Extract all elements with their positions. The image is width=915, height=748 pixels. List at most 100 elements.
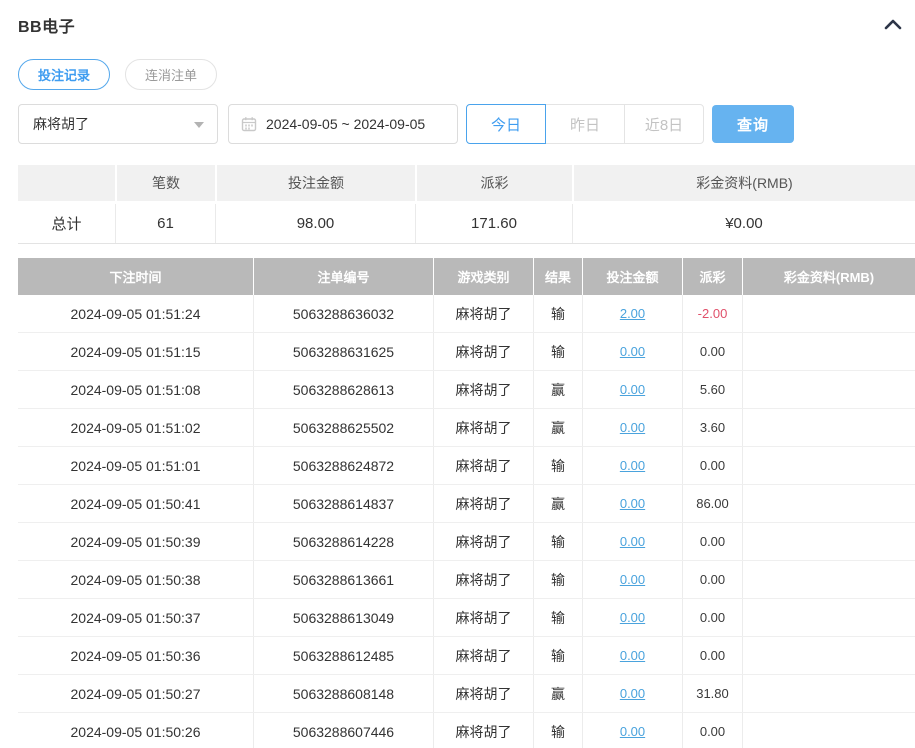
cell-game-type: 麻将胡了 <box>433 675 533 712</box>
cell-order-id: 5063288614837 <box>253 485 433 522</box>
cell-bet-amount: 0.00 <box>582 523 682 560</box>
cell-result: 输 <box>533 713 582 748</box>
cell-order-id: 5063288625502 <box>253 409 433 446</box>
page-title: BB电子 <box>18 19 76 36</box>
cell-bet-time: 2024-09-05 01:50:26 <box>70 723 201 740</box>
col-payout: 派彩 <box>682 258 742 295</box>
summary-total-bet-amount: 98.00 <box>215 204 415 243</box>
cell-result: 赢 <box>533 675 582 712</box>
search-button[interactable]: 查询 <box>712 105 794 143</box>
cell-result: 输 <box>533 333 582 370</box>
cell-bet-amount: 0.00 <box>582 561 682 598</box>
cell-result: 输 <box>533 637 582 674</box>
cell-bet-time: 2024-09-05 01:50:27 <box>70 685 201 702</box>
cell-bet-time: 2024-09-05 01:50:38 <box>70 571 201 588</box>
cell-bet-amount: 0.00 <box>582 371 682 408</box>
table-row: 2024-09-05 01:50:37 5063288613049 麻将胡了 输… <box>18 599 915 637</box>
cell-bonus <box>742 561 915 598</box>
bet-amount-link[interactable]: 0.00 <box>620 610 645 625</box>
cell-game-type: 麻将胡了 <box>433 561 533 598</box>
cell-result: 输 <box>533 561 582 598</box>
table-row: 2024-09-05 01:51:24 5063288636032 麻将胡了 输… <box>18 295 915 333</box>
cell-bonus <box>742 599 915 636</box>
cell-bet-amount: 0.00 <box>582 599 682 636</box>
col-game-type: 游戏类别 <box>433 258 533 295</box>
bet-amount-link[interactable]: 0.00 <box>620 724 645 739</box>
payout-value: 0.00 <box>699 648 726 663</box>
cell-bonus <box>742 333 915 370</box>
table-row: 2024-09-05 01:50:38 5063288613661 麻将胡了 输… <box>18 561 915 599</box>
table-row: 2024-09-05 01:50:27 5063288608148 麻将胡了 赢… <box>18 675 915 713</box>
caret-down-icon <box>194 122 204 128</box>
cell-payout: 0.00 <box>682 523 742 560</box>
cell-bonus <box>742 371 915 408</box>
bet-amount-link[interactable]: 0.00 <box>620 572 645 587</box>
cell-bonus <box>742 295 915 332</box>
payout-value: 5.60 <box>699 382 726 397</box>
records-body: 2024-09-05 01:51:24 5063288636032 麻将胡了 输… <box>18 295 915 748</box>
bet-amount-link[interactable]: 0.00 <box>620 496 645 511</box>
payout-value: 0.00 <box>699 572 726 587</box>
cell-game-type: 麻将胡了 <box>433 523 533 560</box>
cell-payout: 0.00 <box>682 713 742 748</box>
game-select[interactable]: 麻将胡了 <box>18 104 218 144</box>
cell-bet-amount: 2.00 <box>582 295 682 332</box>
collapse-panel-button[interactable] <box>881 13 905 37</box>
payout-value: 0.00 <box>699 610 726 625</box>
col-bet-amount: 投注金额 <box>582 258 682 295</box>
cell-bet-time: 2024-09-05 01:51:02 <box>70 419 201 436</box>
summary-table: 笔数 投注金额 派彩 彩金资料(RMB) 总计 61 98.00 171.60 … <box>18 165 915 244</box>
record-type-tabs: 投注记录 连消注单 <box>18 59 218 90</box>
bet-amount-link[interactable]: 0.00 <box>620 382 645 397</box>
cell-bet-time: 2024-09-05 01:50:37 <box>70 609 201 626</box>
bet-amount-link[interactable]: 0.00 <box>620 648 645 663</box>
cell-game-type: 麻将胡了 <box>433 295 533 332</box>
cell-payout: 31.80 <box>682 675 742 712</box>
cell-order-id: 5063288607446 <box>253 713 433 748</box>
col-order-id: 注单编号 <box>253 258 433 295</box>
table-row: 2024-09-05 01:51:02 5063288625502 麻将胡了 赢… <box>18 409 915 447</box>
cell-payout: 86.00 <box>682 485 742 522</box>
col-bet-time: 下注时间 <box>109 270 162 285</box>
cell-payout: -2.00 <box>682 295 742 332</box>
cell-bonus <box>742 637 915 674</box>
cell-order-id: 5063288608148 <box>253 675 433 712</box>
bet-amount-link[interactable]: 2.00 <box>620 306 645 321</box>
payout-value: 31.80 <box>696 686 729 701</box>
quick-range-today[interactable]: 今日 <box>466 104 546 144</box>
cell-result: 输 <box>533 523 582 560</box>
payout-value: 0.00 <box>699 724 726 739</box>
cell-order-id: 5063288624872 <box>253 447 433 484</box>
cell-bet-time: 2024-09-05 01:51:24 <box>70 305 201 322</box>
chevron-up-icon <box>884 18 902 33</box>
table-row: 2024-09-05 01:50:39 5063288614228 麻将胡了 输… <box>18 523 915 561</box>
date-range-input[interactable]: 2024-09-05 ~ 2024-09-05 <box>228 104 458 144</box>
tab-bet-records[interactable]: 投注记录 <box>18 59 111 90</box>
tab-cancelled-orders[interactable]: 连消注单 <box>125 59 218 90</box>
tab-label: 连消注单 <box>145 68 198 83</box>
cell-bet-time: 2024-09-05 01:51:08 <box>70 381 201 398</box>
cell-game-type: 麻将胡了 <box>433 485 533 522</box>
quick-range-last8days[interactable]: 近8日 <box>624 104 704 144</box>
cell-game-type: 麻将胡了 <box>433 333 533 370</box>
table-row: 2024-09-05 01:50:36 5063288612485 麻将胡了 输… <box>18 637 915 675</box>
table-row: 2024-09-05 01:51:15 5063288631625 麻将胡了 输… <box>18 333 915 371</box>
cell-bonus <box>742 523 915 560</box>
cell-bet-amount: 0.00 <box>582 447 682 484</box>
bet-amount-link[interactable]: 0.00 <box>620 420 645 435</box>
cell-result: 输 <box>533 295 582 332</box>
payout-value: 86.00 <box>696 496 729 511</box>
cell-bet-amount: 0.00 <box>582 637 682 674</box>
bet-amount-link[interactable]: 0.00 <box>620 686 645 701</box>
cell-game-type: 麻将胡了 <box>433 713 533 748</box>
summary-col-empty <box>18 165 115 201</box>
summary-col-bet-amount: 投注金额 <box>215 165 415 201</box>
cell-bet-time: 2024-09-05 01:50:41 <box>70 495 201 512</box>
cell-payout: 3.60 <box>682 409 742 446</box>
cell-order-id: 5063288614228 <box>253 523 433 560</box>
quick-range-yesterday[interactable]: 昨日 <box>545 104 625 144</box>
bet-amount-link[interactable]: 0.00 <box>620 534 645 549</box>
cell-bet-amount: 0.00 <box>582 675 682 712</box>
bet-amount-link[interactable]: 0.00 <box>620 344 645 359</box>
bet-amount-link[interactable]: 0.00 <box>620 458 645 473</box>
